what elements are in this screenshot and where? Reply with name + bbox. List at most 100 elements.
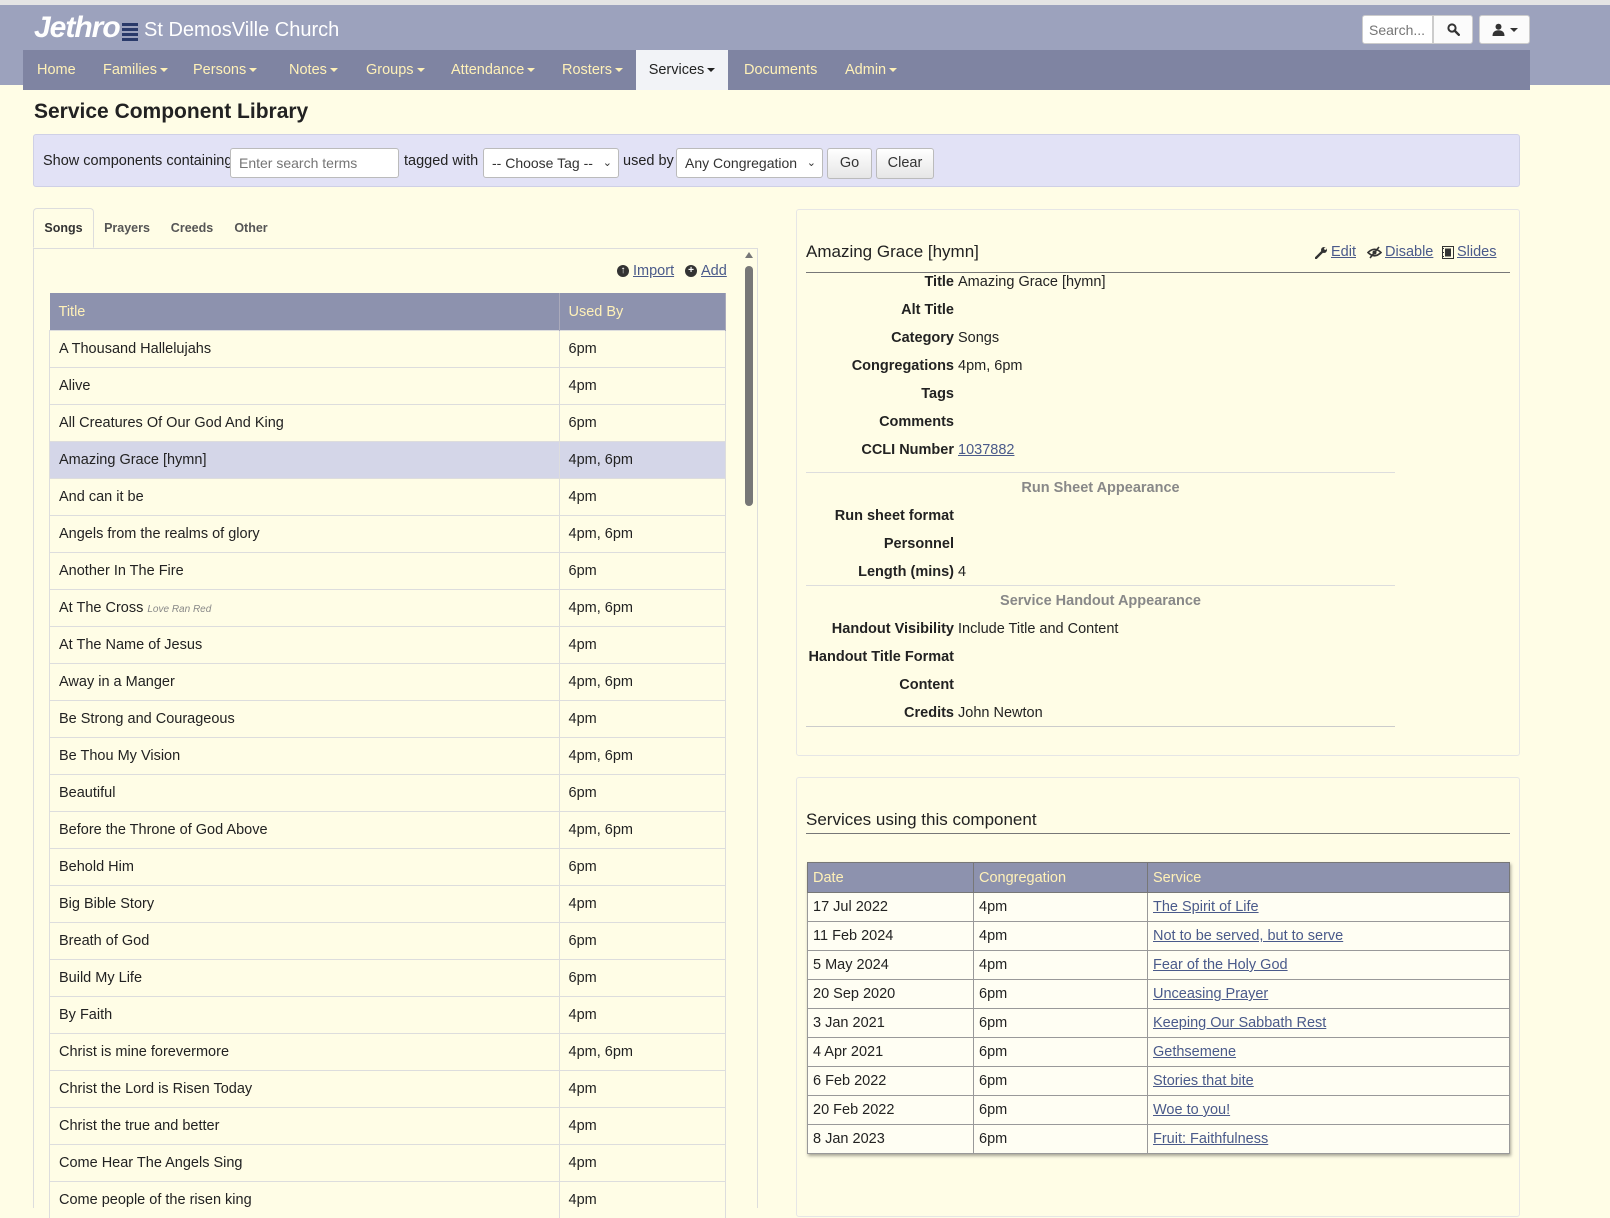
table-row[interactable]: Breath of God6pm bbox=[50, 923, 726, 960]
slides-link[interactable]: Slides bbox=[1457, 244, 1497, 260]
service-link[interactable]: Fruit: Faithfulness bbox=[1153, 1131, 1268, 1147]
ccli-number-link[interactable]: 1037882 bbox=[958, 442, 1014, 458]
user-menu-button[interactable] bbox=[1479, 15, 1530, 44]
song-title-cell[interactable]: Beautiful bbox=[50, 775, 560, 812]
song-used-by[interactable]: 6pm bbox=[559, 405, 726, 442]
song-title-cell[interactable]: By Faith bbox=[50, 997, 560, 1034]
nav-services[interactable]: Services bbox=[636, 50, 728, 90]
song-title-cell[interactable]: Before the Throne of God Above bbox=[50, 812, 560, 849]
song-used-by[interactable]: 4pm bbox=[559, 1108, 726, 1145]
song-used-by[interactable]: 4pm bbox=[559, 886, 726, 923]
clear-button[interactable]: Clear bbox=[876, 148, 934, 179]
service-link[interactable]: Unceasing Prayer bbox=[1153, 986, 1268, 1002]
table-row[interactable]: Angels from the realms of glory4pm, 6pm bbox=[50, 516, 726, 553]
song-used-by[interactable]: 6pm bbox=[559, 960, 726, 997]
go-button[interactable]: Go bbox=[827, 148, 872, 179]
song-title-cell[interactable]: Build My Life bbox=[50, 960, 560, 997]
song-used-by[interactable]: 4pm bbox=[559, 1182, 726, 1218]
song-used-by[interactable]: 4pm bbox=[559, 701, 726, 738]
song-title-cell[interactable]: Big Bible Story bbox=[50, 886, 560, 923]
service-link[interactable]: Keeping Our Sabbath Rest bbox=[1153, 1015, 1326, 1031]
song-used-by[interactable]: 4pm, 6pm bbox=[559, 664, 726, 701]
list-scrollbar[interactable] bbox=[743, 252, 755, 1201]
column-header-title[interactable]: Title bbox=[50, 293, 560, 331]
song-title-cell[interactable]: Away in a Manger bbox=[50, 664, 560, 701]
nav-families[interactable]: Families bbox=[103, 50, 168, 90]
song-used-by[interactable]: 4pm bbox=[559, 479, 726, 516]
song-used-by[interactable]: 6pm bbox=[559, 775, 726, 812]
service-link[interactable]: The Spirit of Life bbox=[1153, 899, 1259, 915]
table-row[interactable]: Christ the true and better4pm bbox=[50, 1108, 726, 1145]
song-title-cell[interactable]: Christ is mine forevermore bbox=[50, 1034, 560, 1071]
song-title-cell[interactable]: And can it be bbox=[50, 479, 560, 516]
jethro-logo[interactable]: Jethro bbox=[34, 11, 142, 45]
song-used-by[interactable]: 6pm bbox=[559, 331, 726, 368]
service-link[interactable]: Not to be served, but to serve bbox=[1153, 928, 1343, 944]
component-search-input[interactable] bbox=[230, 148, 399, 178]
column-header-used-by[interactable]: Used By bbox=[559, 293, 726, 331]
import-link-label[interactable]: Import bbox=[633, 263, 674, 279]
add-link[interactable]: + Add bbox=[685, 263, 727, 279]
nav-attendance[interactable]: Attendance bbox=[451, 50, 535, 90]
song-used-by[interactable]: 4pm, 6pm bbox=[559, 516, 726, 553]
song-used-by[interactable]: 6pm bbox=[559, 553, 726, 590]
slides-action[interactable]: Slides bbox=[1442, 244, 1497, 260]
song-title-cell[interactable]: A Thousand Hallelujahs bbox=[50, 331, 560, 368]
song-title-cell[interactable]: Another In The Fire bbox=[50, 553, 560, 590]
song-title-cell[interactable]: Come Hear The Angels Sing bbox=[50, 1145, 560, 1182]
tab-prayers[interactable]: Prayers bbox=[97, 208, 157, 248]
table-row[interactable]: Come people of the risen king4pm bbox=[50, 1182, 726, 1218]
table-row[interactable]: Another In The Fire6pm bbox=[50, 553, 726, 590]
table-row[interactable]: Amazing Grace [hymn]4pm, 6pm bbox=[50, 442, 726, 479]
tab-creeds[interactable]: Creeds bbox=[164, 208, 220, 248]
column-header-service[interactable]: Service bbox=[1148, 863, 1510, 893]
nav-admin[interactable]: Admin bbox=[845, 50, 897, 90]
song-title-cell[interactable]: All Creatures Of Our God And King bbox=[50, 405, 560, 442]
column-header-congregation[interactable]: Congregation bbox=[974, 863, 1148, 893]
disable-action[interactable]: Disable bbox=[1367, 244, 1433, 260]
import-link[interactable]: ↑ Import bbox=[617, 263, 674, 279]
search-button[interactable] bbox=[1433, 15, 1473, 44]
tab-other[interactable]: Other bbox=[226, 208, 276, 248]
table-row[interactable]: A Thousand Hallelujahs6pm bbox=[50, 331, 726, 368]
table-row[interactable]: Before the Throne of God Above4pm, 6pm bbox=[50, 812, 726, 849]
table-row[interactable]: And can it be4pm bbox=[50, 479, 726, 516]
table-row[interactable]: Be Thou My Vision4pm, 6pm bbox=[50, 738, 726, 775]
song-title-cell[interactable]: Amazing Grace [hymn] bbox=[50, 442, 560, 479]
service-link[interactable]: Woe to you! bbox=[1153, 1102, 1230, 1118]
congregation-select[interactable]: Any Congregation ⌄ bbox=[676, 148, 823, 178]
edit-link[interactable]: Edit bbox=[1331, 244, 1356, 260]
service-link[interactable]: Gethsemene bbox=[1153, 1044, 1236, 1060]
song-used-by[interactable]: 4pm bbox=[559, 627, 726, 664]
song-title-cell[interactable]: Be Strong and Courageous bbox=[50, 701, 560, 738]
table-row[interactable]: By Faith4pm bbox=[50, 997, 726, 1034]
nav-rosters[interactable]: Rosters bbox=[562, 50, 623, 90]
edit-action[interactable]: Edit bbox=[1315, 244, 1356, 260]
table-row[interactable]: Away in a Manger4pm, 6pm bbox=[50, 664, 726, 701]
scroll-up-arrow-icon[interactable] bbox=[745, 252, 753, 258]
service-link[interactable]: Fear of the Holy God bbox=[1153, 957, 1288, 973]
song-used-by[interactable]: 4pm, 6pm bbox=[559, 590, 726, 627]
table-row[interactable]: Big Bible Story4pm bbox=[50, 886, 726, 923]
nav-notes[interactable]: Notes bbox=[289, 50, 338, 90]
song-used-by[interactable]: 4pm bbox=[559, 1071, 726, 1108]
nav-documents[interactable]: Documents bbox=[744, 50, 817, 90]
table-row[interactable]: Be Strong and Courageous4pm bbox=[50, 701, 726, 738]
song-used-by[interactable]: 4pm, 6pm bbox=[559, 812, 726, 849]
song-title-cell[interactable]: At The Name of Jesus bbox=[50, 627, 560, 664]
song-used-by[interactable]: 4pm bbox=[559, 1145, 726, 1182]
song-title-cell[interactable]: Christ the Lord is Risen Today bbox=[50, 1071, 560, 1108]
song-title-cell[interactable]: Alive bbox=[50, 368, 560, 405]
column-header-date[interactable]: Date bbox=[808, 863, 974, 893]
add-link-label[interactable]: Add bbox=[701, 263, 727, 279]
tab-songs[interactable]: Songs bbox=[33, 208, 94, 248]
song-title-cell[interactable]: Angels from the realms of glory bbox=[50, 516, 560, 553]
song-title-cell[interactable]: Breath of God bbox=[50, 923, 560, 960]
table-row[interactable]: All Creatures Of Our God And King6pm bbox=[50, 405, 726, 442]
tag-select[interactable]: -- Choose Tag -- ⌄ bbox=[483, 148, 619, 178]
service-link[interactable]: Stories that bite bbox=[1153, 1073, 1254, 1089]
table-row[interactable]: Beautiful6pm bbox=[50, 775, 726, 812]
table-row[interactable]: Behold Him6pm bbox=[50, 849, 726, 886]
table-row[interactable]: At The CrossLove Ran Red4pm, 6pm bbox=[50, 590, 726, 627]
song-used-by[interactable]: 4pm, 6pm bbox=[559, 738, 726, 775]
